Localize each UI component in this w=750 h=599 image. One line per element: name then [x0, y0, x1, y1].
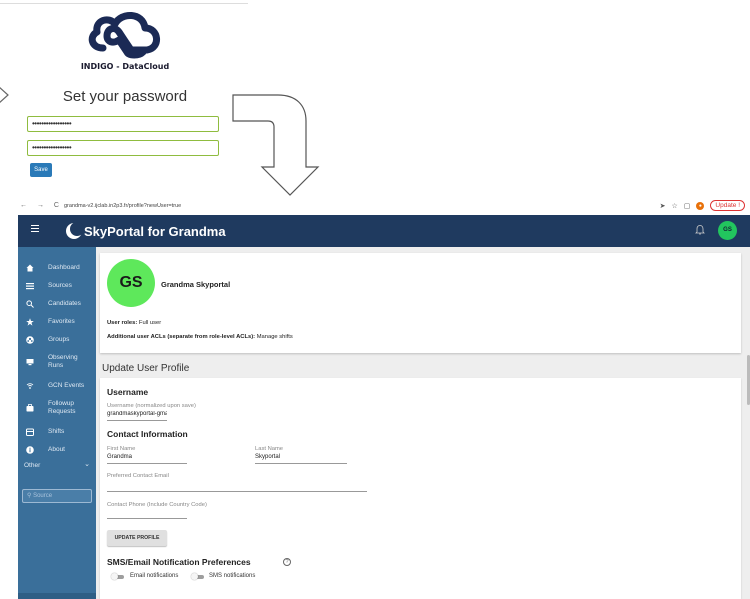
browser-nav-buttons[interactable]: ← → C: [20, 202, 63, 209]
sidebar-footer: [18, 593, 96, 599]
email-label: Preferred Contact Email: [107, 473, 169, 479]
sms-notifications-toggle[interactable]: [191, 573, 204, 580]
extension-icon[interactable]: ●: [696, 201, 705, 210]
update-button[interactable]: Update !: [710, 200, 745, 211]
sidebar: Dashboard Sources Candidates Favorites G…: [18, 247, 96, 599]
sidebar-item-label: GCN Events: [48, 382, 85, 389]
first-name-label: First Name: [107, 446, 136, 452]
sidebar-item-followup-requests[interactable]: Followup Requests: [18, 397, 96, 419]
list-icon: [26, 283, 34, 290]
browser-actions: ➤ ☆ ▢ ● Update !: [660, 200, 745, 211]
sidebar-item-observing-runs[interactable]: Observing Runs: [18, 351, 96, 373]
first-name-underline: [107, 463, 187, 464]
skyportal-logo-icon: [66, 222, 84, 239]
sidebar-item-label: Groups: [48, 336, 70, 343]
indigo-logo: INDIGO - DataCloud: [80, 8, 170, 78]
acls-value: Manage shifts: [256, 334, 293, 340]
menu-icon[interactable]: [31, 225, 39, 234]
email-field[interactable]: [107, 491, 367, 492]
window-icon[interactable]: ▢: [684, 202, 691, 210]
sidebar-item-label: Shifts: [48, 428, 65, 435]
sidebar-item-gcn-events[interactable]: GCN Events: [18, 379, 96, 395]
sidebar-item-label: Sources: [48, 282, 72, 289]
sidebar-item-favorites[interactable]: Favorites: [18, 315, 96, 331]
profile-name: Grandma Skyportal: [161, 280, 231, 289]
user-avatar[interactable]: GS: [718, 221, 737, 240]
last-name-field[interactable]: Skyportal: [255, 454, 280, 460]
sidebar-item-label: Favorites: [48, 318, 75, 325]
app-title[interactable]: SkyPortal for Grandma: [84, 224, 226, 239]
confirm-password-field[interactable]: •••••••••••••••••: [27, 140, 219, 156]
password-setup-panel: INDIGO - DataCloud Set your password •••…: [0, 0, 250, 186]
first-name-field[interactable]: Grandma: [107, 454, 132, 460]
last-name-underline: [255, 463, 347, 464]
sidebar-item-sources[interactable]: Sources: [18, 279, 96, 295]
logo-text: INDIGO - DataCloud: [80, 62, 170, 71]
update-profile-button[interactable]: UPDATE PROFILE: [107, 530, 167, 546]
sidebar-item-shifts[interactable]: Shifts: [18, 425, 96, 441]
section-title: Update User Profile: [102, 363, 190, 374]
share-icon[interactable]: ➤: [660, 202, 666, 210]
page-title: Set your password: [62, 88, 188, 105]
cloud-infinity-logo-icon: [88, 12, 160, 59]
sidebar-item-candidates[interactable]: Candidates: [18, 297, 96, 313]
groups-icon: [26, 336, 34, 344]
sidebar-item-label: Followup Requests: [48, 400, 76, 415]
user-roles: User roles: Full user: [107, 320, 161, 326]
notification-heading: SMS/Email Notification Preferences: [107, 557, 251, 567]
search-placeholder: Source: [33, 493, 53, 499]
search-icon: ⚲: [27, 493, 32, 499]
address-bar[interactable]: grandma-v2.ijclab.in2p3.fr/profile?newUs…: [64, 203, 181, 209]
roles-value: Full user: [138, 320, 162, 326]
roles-label: User roles:: [107, 320, 138, 326]
profile-card: GS Grandma Skyportal User roles: Full us…: [100, 253, 741, 353]
other-label: Other: [24, 462, 41, 469]
profile-avatar: GS: [107, 259, 155, 307]
gcn-icon: [26, 383, 34, 389]
username-underline: [107, 420, 167, 421]
email-notifications-toggle[interactable]: [111, 573, 124, 580]
email-toggle-label: Email notifications: [130, 573, 179, 579]
sidebar-item-dashboard[interactable]: Dashboard: [18, 261, 96, 277]
source-search-input[interactable]: ⚲ Source: [22, 489, 92, 503]
sidebar-item-about[interactable]: About: [18, 443, 96, 459]
save-button[interactable]: Save: [30, 163, 52, 177]
followup-icon: [26, 404, 34, 412]
phone-field[interactable]: [107, 518, 187, 519]
star-icon: [26, 318, 34, 326]
sidebar-item-label: About: [48, 446, 65, 453]
last-name-label: Last Name: [255, 446, 284, 452]
user-acls: Additional user ACLs (separate from role…: [107, 334, 293, 340]
update-profile-form: Username Username (normalized upon save)…: [100, 378, 741, 599]
username-field[interactable]: grandmaskyportal-gmail-com: [107, 411, 167, 417]
username-label: Username (normalized upon save): [107, 403, 196, 409]
flow-arrow-icon: [232, 94, 320, 196]
sidebar-item-label: Observing Runs: [48, 354, 78, 369]
sidebar-other-toggle[interactable]: Other ⌄: [18, 459, 96, 471]
search-icon: [26, 300, 34, 308]
chevron-down-icon: ⌄: [84, 461, 90, 468]
contact-heading: Contact Information: [107, 429, 188, 439]
help-icon[interactable]: ?: [283, 558, 291, 566]
username-heading: Username: [107, 387, 149, 397]
sms-toggle-label: SMS notifications: [209, 573, 256, 579]
info-icon: [26, 446, 34, 454]
telescope-icon: [26, 359, 34, 366]
divider: [0, 3, 248, 4]
phone-label: Contact Phone (Include Country Code): [107, 502, 207, 508]
password-field[interactable]: •••••••••••••••••: [27, 116, 219, 132]
acls-label: Additional user ACLs (separate from role…: [107, 334, 256, 340]
shifts-icon: [26, 428, 34, 436]
notifications-bell-icon[interactable]: [694, 224, 706, 236]
sidebar-item-label: Candidates: [48, 300, 81, 307]
main-content: GS Grandma Skyportal User roles: Full us…: [96, 247, 750, 599]
sidebar-item-label: Dashboard: [48, 264, 80, 271]
update-label: Update: [715, 202, 737, 209]
app-header: SkyPortal for Grandma GS: [18, 215, 750, 247]
sidebar-item-groups[interactable]: Groups: [18, 333, 96, 349]
home-icon: [26, 264, 34, 272]
bookmark-star-icon[interactable]: ☆: [672, 202, 678, 210]
update-badge: !: [738, 202, 740, 209]
browser-toolbar: ← → C grandma-v2.ijclab.in2p3.fr/profile…: [0, 197, 750, 214]
